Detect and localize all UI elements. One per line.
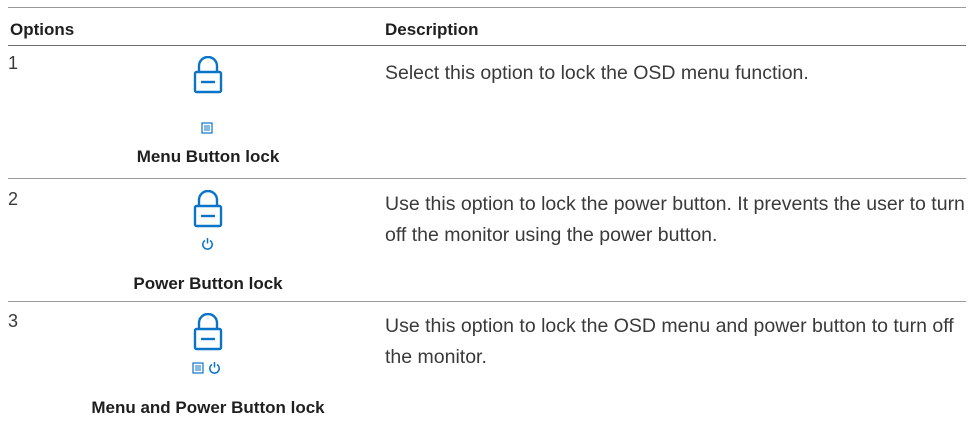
description-column-header: Description [385, 20, 479, 39]
row-1-description: Select this option to lock the OSD menu … [385, 62, 809, 84]
row-2-rule [8, 301, 966, 302]
row-2-caption: Power Button lock [133, 274, 283, 293]
row-1-number: 1 [8, 53, 19, 73]
row-2-description: Use this option to lock the power button… [385, 193, 965, 246]
lock-icon [193, 190, 223, 228]
power-icon [209, 362, 220, 374]
lock-icon [193, 56, 223, 94]
table-top-rule [8, 7, 966, 8]
menu-icon [201, 122, 213, 134]
options-column-header: Options [10, 20, 75, 39]
row-2-number: 2 [8, 189, 19, 209]
power-icon [202, 238, 213, 250]
row-3-description: Use this option to lock the OSD menu and… [385, 315, 954, 368]
row-1-caption: Menu Button lock [136, 147, 280, 166]
row-3-number: 3 [8, 311, 19, 331]
lock-icon [193, 313, 223, 351]
row-1-rule [8, 178, 966, 179]
menu-icon [192, 362, 204, 374]
row-3-caption: Menu and Power Button lock [91, 398, 325, 417]
header-rule [8, 45, 966, 46]
